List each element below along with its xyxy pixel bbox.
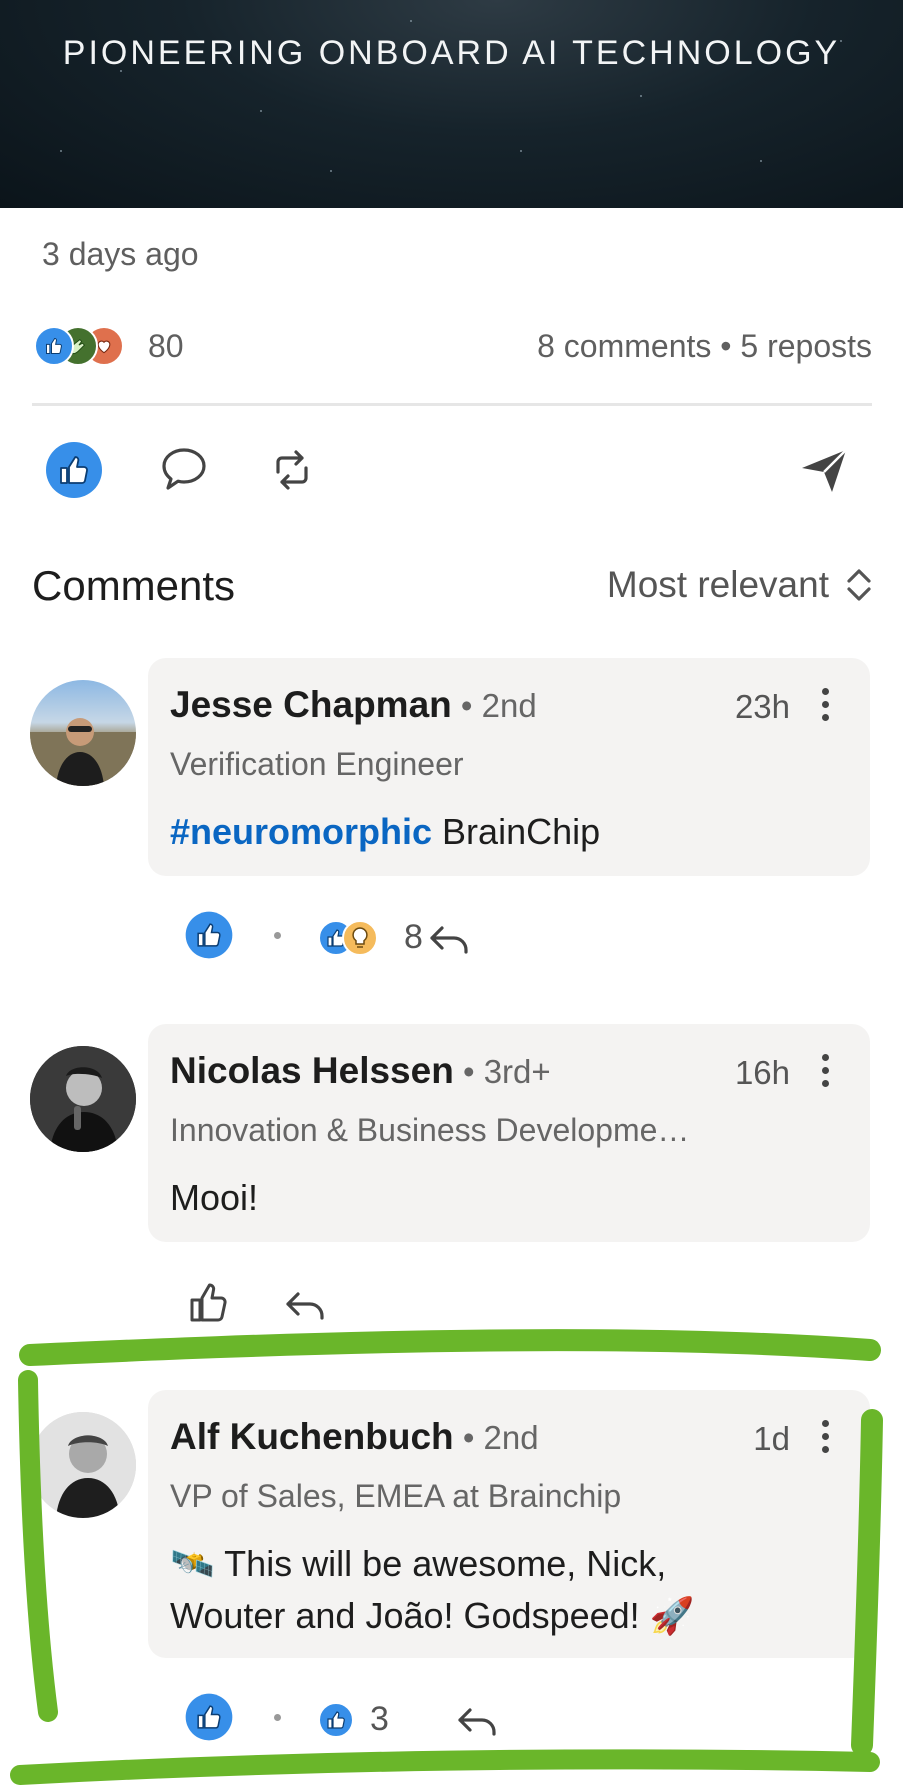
comment-actions	[184, 1276, 584, 1332]
sort-label: Most relevant	[606, 564, 829, 605]
repost-button[interactable]	[260, 438, 324, 502]
comment-item: Nicolas Helssen • 3rd+ 16h Innovation & …	[0, 1024, 903, 1322]
divider	[32, 403, 872, 406]
post-action-bar	[32, 430, 872, 510]
comment-bubble[interactable]: Jesse Chapman • 2nd 23h Verification Eng…	[148, 658, 870, 876]
sort-chevrons-icon	[847, 569, 871, 601]
avatar[interactable]	[30, 680, 136, 786]
separator-dot	[274, 932, 281, 939]
comment-reaction-icons[interactable]	[318, 1700, 358, 1740]
connection-degree: • 2nd	[453, 1419, 539, 1456]
like-icon	[46, 442, 102, 498]
comment-like-button[interactable]	[184, 1692, 236, 1744]
like-reaction-icon	[34, 326, 74, 366]
repost-icon	[276, 450, 308, 490]
comment-text: 🛰️ This will be awesome, Nick, Wouter an…	[170, 1538, 850, 1642]
commenter-name[interactable]: Nicolas Helssen	[170, 1050, 454, 1091]
like-button[interactable]	[42, 438, 106, 502]
post-social-counts: 80 8 comments • 5 reposts	[32, 320, 872, 370]
sort-dropdown[interactable]: Most relevant	[607, 564, 873, 606]
comments-reposts-count[interactable]: 8 comments • 5 reposts	[537, 328, 872, 365]
comment-text: #neuromorphic BrainChip	[170, 806, 850, 858]
connection-degree: • 2nd	[451, 687, 537, 724]
connection-degree: • 3rd+	[453, 1053, 551, 1090]
more-options-icon[interactable]	[820, 1420, 830, 1460]
send-icon	[802, 449, 847, 492]
comment-text: Mooi!	[170, 1177, 259, 1218]
comment-bubble[interactable]: Nicolas Helssen • 3rd+ 16h Innovation & …	[148, 1024, 870, 1242]
separator-dot	[274, 1714, 281, 1721]
reply-icon[interactable]	[428, 922, 472, 958]
commenter-headline: VP of Sales, EMEA at Brainchip	[170, 1478, 622, 1514]
comment-like-button[interactable]	[184, 910, 236, 962]
more-options-icon[interactable]	[820, 1054, 830, 1094]
comment-item: Jesse Chapman • 2nd 23h Verification Eng…	[0, 658, 903, 978]
thumbs-up-outline-icon[interactable]	[184, 1276, 236, 1328]
comment-reaction-count[interactable]: 3	[370, 1700, 389, 1739]
comment-text-line: 🛰️ This will be awesome, Nick,	[170, 1543, 667, 1584]
comment-time: 16h	[734, 1054, 790, 1091]
comment-button[interactable]	[152, 438, 216, 502]
comment-body: BrainChip	[432, 811, 601, 852]
comment-time: 23h	[734, 688, 790, 725]
post-timestamp: 3 days ago	[42, 236, 199, 272]
commenter-headline: Innovation & Business Developme…	[170, 1112, 690, 1148]
banner-title: PIONEERING ONBOARD AI TECHNOLOGY	[62, 34, 841, 72]
comment-icon	[162, 448, 206, 490]
comments-heading: Comments	[32, 562, 236, 609]
post-banner-image[interactable]: PIONEERING ONBOARD AI TECHNOLOGY	[0, 0, 903, 208]
comment-actions: 8	[184, 910, 584, 966]
like-icon	[185, 1693, 233, 1741]
like-icon	[185, 911, 233, 959]
comment-bubble[interactable]: Alf Kuchenbuch • 2nd 1d VP of Sales, EME…	[148, 1390, 870, 1658]
comment-text-line: Wouter and João! Godspeed! 🚀	[170, 1595, 695, 1636]
reaction-icons[interactable]	[34, 326, 144, 366]
commenter-name[interactable]: Jesse Chapman	[170, 684, 452, 725]
reply-icon[interactable]	[456, 1704, 500, 1740]
comment-reaction-count[interactable]: 8	[404, 918, 423, 957]
avatar[interactable]	[30, 1412, 136, 1518]
comment-actions: 3	[184, 1692, 584, 1748]
reaction-count[interactable]: 80	[148, 328, 184, 365]
more-options-icon[interactable]	[820, 688, 830, 728]
avatar[interactable]	[30, 1046, 136, 1152]
hashtag-link[interactable]: #neuromorphic	[170, 811, 432, 852]
commenter-headline: Verification Engineer	[170, 746, 464, 782]
comment-reaction-icons[interactable]	[318, 918, 398, 958]
comment-item: Alf Kuchenbuch • 2nd 1d VP of Sales, EME…	[0, 1390, 903, 1741]
send-button[interactable]	[792, 438, 856, 502]
comment-time: 1d	[753, 1420, 790, 1457]
commenter-name[interactable]: Alf Kuchenbuch	[170, 1416, 454, 1457]
reply-icon[interactable]	[284, 1288, 328, 1324]
